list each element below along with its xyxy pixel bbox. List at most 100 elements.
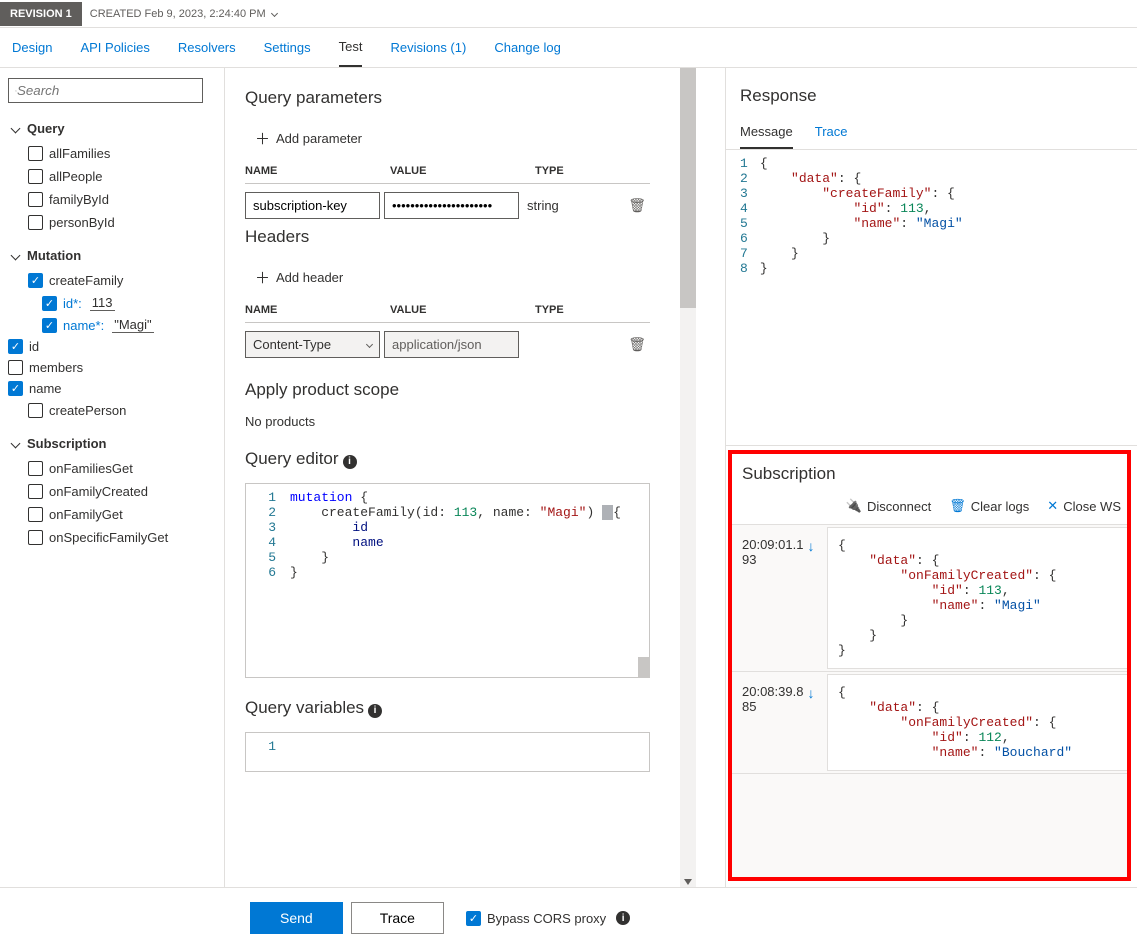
- search-input-wrapper[interactable]: [8, 78, 203, 103]
- editor-body[interactable]: [286, 733, 649, 771]
- bypass-cors-toggle[interactable]: ✓ Bypass CORS proxy i: [466, 911, 630, 926]
- info-icon[interactable]: i: [616, 911, 630, 925]
- header-row: Content-Type 🗑: [245, 323, 650, 366]
- checkbox[interactable]: ✓: [8, 381, 23, 396]
- checkbox[interactable]: [28, 484, 43, 499]
- search-input[interactable]: [17, 83, 196, 98]
- main-tabs: Design API Policies Resolvers Settings T…: [0, 28, 1137, 68]
- scope-title: Apply product scope: [245, 380, 650, 400]
- checkbox[interactable]: [28, 146, 43, 161]
- info-icon[interactable]: i: [343, 455, 357, 469]
- log-entry: 20:08:39.885 ↓ { "data": { "onFamilyCrea…: [732, 672, 1127, 774]
- header-name-select[interactable]: Content-Type: [245, 331, 380, 358]
- header-value-input[interactable]: [384, 331, 519, 358]
- send-button[interactable]: Send: [250, 902, 343, 934]
- add-parameter-button[interactable]: ＋Add parameter: [245, 122, 650, 159]
- op-createfamily[interactable]: ✓createFamily: [8, 269, 216, 292]
- param-value-input[interactable]: [384, 192, 519, 219]
- field-name[interactable]: ✓name: [8, 378, 216, 399]
- scrollbar[interactable]: [680, 68, 696, 887]
- tab-change-log[interactable]: Change log: [494, 28, 561, 67]
- arrow-down-icon: ↓: [807, 538, 814, 554]
- query-editor[interactable]: 123456 mutation { createFamily(id: 113, …: [245, 483, 650, 678]
- checkbox[interactable]: ✓: [42, 296, 57, 311]
- param-id-value[interactable]: 113: [90, 295, 115, 311]
- checkbox[interactable]: [28, 403, 43, 418]
- response-gutter: 12345678: [740, 156, 760, 445]
- tab-design[interactable]: Design: [12, 28, 52, 67]
- op-personbyid[interactable]: personById: [8, 211, 216, 234]
- response-json: { "data": { "createFamily": { "id": 113,…: [760, 156, 963, 445]
- log-timestamp: 20:08:39.885 ↓: [732, 672, 827, 773]
- trash-icon[interactable]: 🗑: [628, 197, 650, 214]
- param-id[interactable]: ✓ id*: 113: [8, 292, 216, 314]
- section-toggle-mutation[interactable]: Mutation: [8, 242, 216, 269]
- tab-test[interactable]: Test: [339, 28, 363, 67]
- response-body[interactable]: 12345678 { "data": { "createFamily": { "…: [726, 156, 1137, 446]
- op-onfamiliesget[interactable]: onFamiliesGet: [8, 457, 216, 480]
- scroll-down-icon[interactable]: [684, 879, 692, 885]
- trace-button[interactable]: Trace: [351, 902, 444, 934]
- checkbox[interactable]: [28, 215, 43, 230]
- close-ws-button[interactable]: ✕Close WS: [1047, 498, 1121, 514]
- editor-body[interactable]: mutation { createFamily(id: 113, name: "…: [286, 484, 649, 677]
- checkbox[interactable]: ✓: [466, 911, 481, 926]
- add-header-button[interactable]: ＋Add header: [245, 261, 650, 298]
- response-title: Response: [726, 86, 1137, 116]
- checkbox[interactable]: ✓: [42, 318, 57, 333]
- query-variables-editor[interactable]: 1: [245, 732, 650, 772]
- info-icon[interactable]: i: [368, 704, 382, 718]
- checkbox[interactable]: [28, 169, 43, 184]
- chevron-down-icon: [11, 124, 21, 134]
- param-type: string: [523, 198, 583, 213]
- op-onfamilycreated[interactable]: onFamilyCreated: [8, 480, 216, 503]
- arrow-down-icon: ↓: [807, 685, 814, 701]
- op-onspecificfamilyget[interactable]: onSpecificFamilyGet: [8, 526, 216, 549]
- clear-logs-button[interactable]: 🗑Clear logs: [949, 498, 1029, 514]
- tab-revisions[interactable]: Revisions (1): [390, 28, 466, 67]
- tab-settings[interactable]: Settings: [264, 28, 311, 67]
- checkbox[interactable]: ✓: [8, 339, 23, 354]
- plus-icon: ＋: [255, 267, 270, 288]
- op-familybyid[interactable]: familyById: [8, 188, 216, 211]
- tab-message[interactable]: Message: [740, 116, 793, 149]
- close-icon: ✕: [1047, 498, 1058, 514]
- param-name-input[interactable]: [245, 192, 380, 219]
- subscription-log[interactable]: 20:09:01.193 ↓ { "data": { "onFamilyCrea…: [732, 525, 1127, 877]
- checkbox[interactable]: [8, 360, 23, 375]
- field-members[interactable]: members: [8, 357, 216, 378]
- tab-resolvers[interactable]: Resolvers: [178, 28, 236, 67]
- section-toggle-subscription[interactable]: Subscription: [8, 430, 216, 457]
- checkbox[interactable]: [28, 507, 43, 522]
- request-panel: Query parameters ＋Add parameter NAME VAL…: [225, 68, 725, 887]
- plus-icon: ＋: [255, 128, 270, 149]
- scrollbar-thumb[interactable]: [680, 68, 696, 308]
- checkbox[interactable]: ✓: [28, 273, 43, 288]
- checkbox[interactable]: [28, 530, 43, 545]
- field-id[interactable]: ✓id: [8, 336, 216, 357]
- operations-sidebar: Query allFamilies allPeople familyById p…: [0, 68, 225, 887]
- checkbox[interactable]: [28, 461, 43, 476]
- log-timestamp: 20:09:01.193 ↓: [732, 525, 827, 671]
- op-allpeople[interactable]: allPeople: [8, 165, 216, 188]
- revision-created[interactable]: CREATED Feb 9, 2023, 2:24:40 PM: [82, 8, 285, 20]
- checkbox[interactable]: [28, 192, 43, 207]
- chevron-down-icon: [11, 439, 21, 449]
- chevron-down-icon: [11, 251, 21, 261]
- query-editor-title: Query editori: [245, 449, 650, 469]
- section-toggle-query[interactable]: Query: [8, 115, 216, 142]
- param-name-value[interactable]: "Magi": [112, 317, 153, 333]
- tab-api-policies[interactable]: API Policies: [80, 28, 149, 67]
- no-products-text: No products: [245, 414, 650, 429]
- param-name[interactable]: ✓ name*: "Magi": [8, 314, 216, 336]
- op-allfamilies[interactable]: allFamilies: [8, 142, 216, 165]
- tab-trace[interactable]: Trace: [815, 116, 848, 149]
- subscription-title: Subscription: [732, 454, 1127, 492]
- log-json: { "data": { "onFamilyCreated": { "id": 1…: [827, 674, 1127, 771]
- trash-icon[interactable]: 🗑: [628, 336, 650, 353]
- op-onfamilyget[interactable]: onFamilyGet: [8, 503, 216, 526]
- plug-icon: 🔌: [846, 498, 862, 514]
- op-createperson[interactable]: createPerson: [8, 399, 216, 422]
- disconnect-button[interactable]: 🔌Disconnect: [846, 498, 932, 514]
- scrollbar-thumb[interactable]: [638, 657, 649, 677]
